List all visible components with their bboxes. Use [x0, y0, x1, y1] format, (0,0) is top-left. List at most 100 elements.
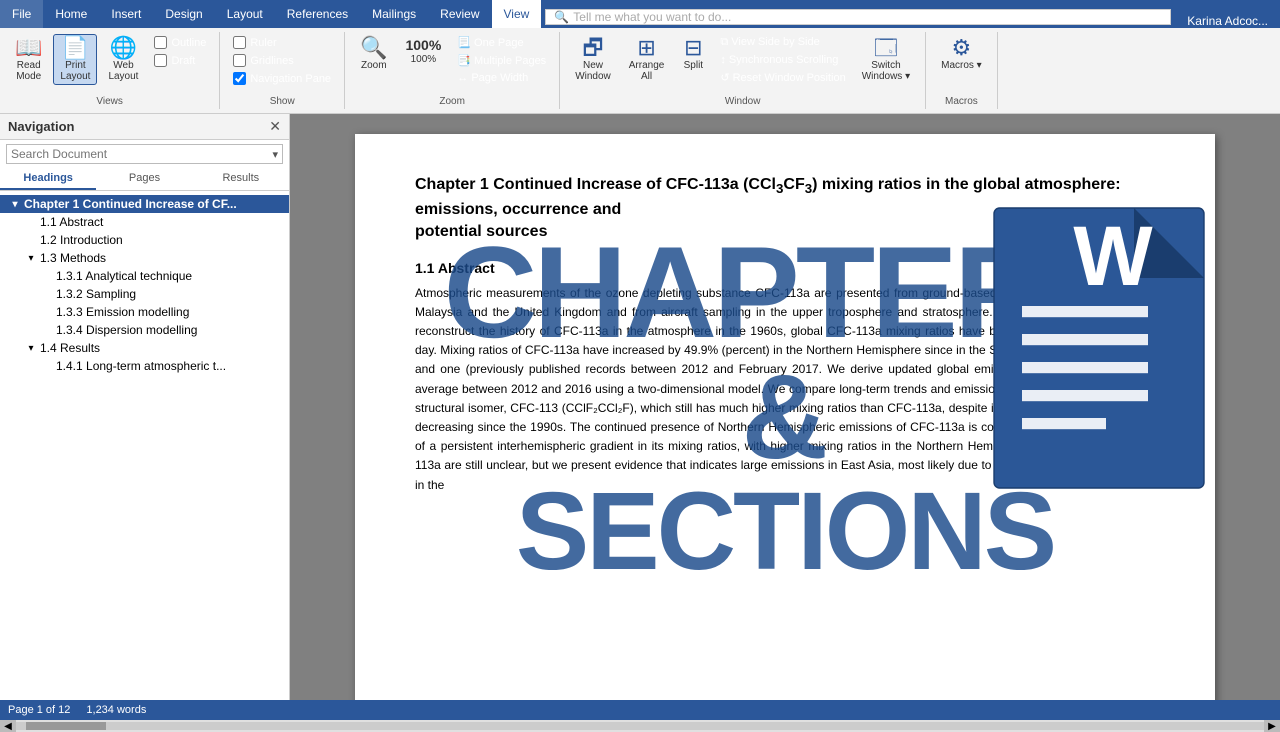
tell-me-placeholder: Tell me what you want to do...	[573, 10, 731, 24]
intro-expand-icon	[24, 233, 38, 247]
methods-expand-icon[interactable]: ▾	[24, 251, 38, 265]
main-area: Navigation ✕ ▾ Headings Pages Results ▾ …	[0, 114, 1280, 700]
tab-insert[interactable]: Insert	[99, 0, 153, 28]
scroll-left-arrow[interactable]: ◀	[0, 720, 16, 732]
nav-pane-close-button[interactable]: ✕	[269, 118, 281, 135]
view-side-by-side-button[interactable]: ⧉ View Side by Side	[715, 34, 850, 51]
new-window-button[interactable]: 🗗 NewWindow	[568, 34, 618, 85]
tab-design[interactable]: Design	[153, 0, 214, 28]
ribbon-group-zoom: 🔍 Zoom 100% 100% 📃 One Page 📑 Multiple P…	[345, 32, 560, 109]
nav-pane-title: Navigation	[8, 119, 74, 134]
horizontal-scrollbar[interactable]: ◀ ▶	[0, 720, 1280, 732]
read-mode-button[interactable]: 📖 ReadMode	[8, 34, 49, 85]
view-checkboxes: Outline Draft	[149, 34, 211, 69]
ruler-checkbox[interactable]	[233, 36, 246, 49]
tab-file[interactable]: File	[0, 0, 43, 28]
ribbon-tab-bar: File Home Insert Design Layout Reference…	[0, 0, 1280, 28]
ribbon-group-macros: ⚙ Macros ▾ Macros	[926, 32, 998, 109]
gridlines-checkbox[interactable]	[233, 54, 246, 67]
tell-me-input[interactable]: 🔍 Tell me what you want to do...	[545, 9, 1171, 25]
nav-item-sampling[interactable]: 1.3.2 Sampling	[0, 285, 289, 303]
nav-tab-pages[interactable]: Pages	[96, 168, 192, 190]
web-layout-icon: 🌐	[110, 37, 137, 59]
macros-button[interactable]: ⚙ Macros ▾	[934, 34, 989, 74]
nav-item-chapter1[interactable]: ▾ Chapter 1 Continued Increase of CF...	[0, 195, 289, 213]
methods-label: 1.3 Methods	[40, 251, 106, 265]
views-group-label: Views	[96, 94, 123, 107]
tab-layout[interactable]: Layout	[215, 0, 275, 28]
sampling-expand-icon	[40, 287, 54, 301]
one-page-button[interactable]: 📃 One Page	[452, 34, 551, 51]
show-group-label: Show	[270, 94, 295, 107]
nav-item-abstract[interactable]: 1.1 Abstract	[0, 213, 289, 231]
tab-references[interactable]: References	[275, 0, 360, 28]
gridlines-label[interactable]: Gridlines	[228, 52, 336, 69]
nav-item-results[interactable]: ▾ 1.4 Results	[0, 339, 289, 357]
outline-checkbox[interactable]	[154, 36, 167, 49]
outline-checkbox-label[interactable]: Outline	[149, 34, 211, 51]
longterm-expand-icon	[40, 359, 54, 373]
intro-label: 1.2 Introduction	[40, 233, 123, 247]
arrange-all-icon: ⊞	[637, 37, 655, 59]
sync-scroll-button[interactable]: ↕ Synchronous Scrolling	[715, 52, 850, 68]
nav-item-emission[interactable]: 1.3.3 Emission modelling	[0, 303, 289, 321]
zoom-100-icon: 100%	[405, 37, 441, 53]
tab-mailings[interactable]: Mailings	[360, 0, 428, 28]
abstract-expand-icon	[24, 215, 38, 229]
tab-review[interactable]: Review	[428, 0, 491, 28]
web-layout-button[interactable]: 🌐 WebLayout	[101, 34, 145, 85]
nav-item-intro[interactable]: 1.2 Introduction	[0, 231, 289, 249]
arrange-all-button[interactable]: ⊞ ArrangeAll	[622, 34, 672, 85]
zoom-group-label: Zoom	[439, 94, 465, 107]
show-checkboxes: Ruler Gridlines Navigation Pane	[228, 34, 336, 94]
ruler-label[interactable]: Ruler	[228, 34, 336, 51]
nav-item-longterm[interactable]: 1.4.1 Long-term atmospheric t...	[0, 357, 289, 375]
macros-group-label: Macros	[945, 94, 978, 107]
analytical-label: 1.3.1 Analytical technique	[56, 269, 192, 283]
scrollbar-track[interactable]	[16, 722, 1264, 730]
page-width-button[interactable]: ↔ Page Width	[452, 70, 551, 86]
nav-item-analytical[interactable]: 1.3.1 Analytical technique	[0, 267, 289, 285]
ribbon: File Home Insert Design Layout Reference…	[0, 0, 1280, 114]
split-button[interactable]: ⊟ Split	[675, 34, 711, 74]
nav-search-box[interactable]: ▾	[6, 144, 283, 164]
document-area: Chapter 1 Continued Increase of CFC-113a…	[290, 114, 1280, 700]
nav-tab-results[interactable]: Results	[193, 168, 289, 190]
nav-search-dropdown-icon[interactable]: ▾	[272, 148, 278, 161]
analytical-expand-icon	[40, 269, 54, 283]
read-mode-icon: 📖	[15, 37, 42, 59]
nav-pane-checkbox[interactable]	[233, 72, 246, 85]
dispersion-expand-icon	[40, 323, 54, 337]
draft-checkbox[interactable]	[154, 54, 167, 67]
window-buttons: 🗗 NewWindow ⊞ ArrangeAll ⊟ Split ⧉ View …	[568, 34, 917, 94]
user-name: Karina Adcoc...	[1175, 14, 1280, 28]
switch-windows-button[interactable]: 🗔 SwitchWindows ▾	[855, 34, 917, 85]
tab-view[interactable]: View	[492, 0, 542, 28]
scroll-right-arrow[interactable]: ▶	[1264, 720, 1280, 732]
scrollbar-thumb[interactable]	[26, 722, 106, 730]
reset-window-button[interactable]: ↺ Reset Window Position	[715, 69, 850, 86]
nav-pane-label[interactable]: Navigation Pane	[228, 70, 336, 87]
draft-checkbox-label[interactable]: Draft	[149, 52, 211, 69]
abstract-body: Atmospheric measurements of the ozone de…	[415, 284, 1155, 495]
ribbon-group-views: 📖 ReadMode 📄 PrintLayout 🌐 WebLayout Out…	[0, 32, 220, 109]
nav-search-input[interactable]	[11, 147, 272, 161]
chapter1-expand-icon[interactable]: ▾	[8, 197, 22, 211]
nav-tab-headings[interactable]: Headings	[0, 168, 96, 190]
zoom-buttons: 🔍 Zoom 100% 100% 📃 One Page 📑 Multiple P…	[353, 34, 551, 94]
zoom-100-button[interactable]: 100% 100%	[398, 34, 448, 68]
macros-icon: ⚙	[952, 37, 972, 59]
word-count: 1,234 words	[86, 704, 146, 716]
nav-tree: ▾ Chapter 1 Continued Increase of CF... …	[0, 191, 289, 700]
macros-label: Macros ▾	[941, 60, 982, 71]
zoom-button[interactable]: 🔍 Zoom	[353, 34, 394, 74]
nav-item-methods[interactable]: ▾ 1.3 Methods	[0, 249, 289, 267]
zoom-icon: 🔍	[360, 37, 387, 59]
nav-item-dispersion[interactable]: 1.3.4 Dispersion modelling	[0, 321, 289, 339]
macros-content: ⚙ Macros ▾	[934, 34, 989, 94]
print-layout-button[interactable]: 📄 PrintLayout	[53, 34, 97, 85]
window-group-label: Window	[725, 94, 761, 107]
tab-home[interactable]: Home	[43, 0, 99, 28]
results-expand-icon[interactable]: ▾	[24, 341, 38, 355]
multiple-pages-button[interactable]: 📑 Multiple Pages	[452, 52, 551, 69]
